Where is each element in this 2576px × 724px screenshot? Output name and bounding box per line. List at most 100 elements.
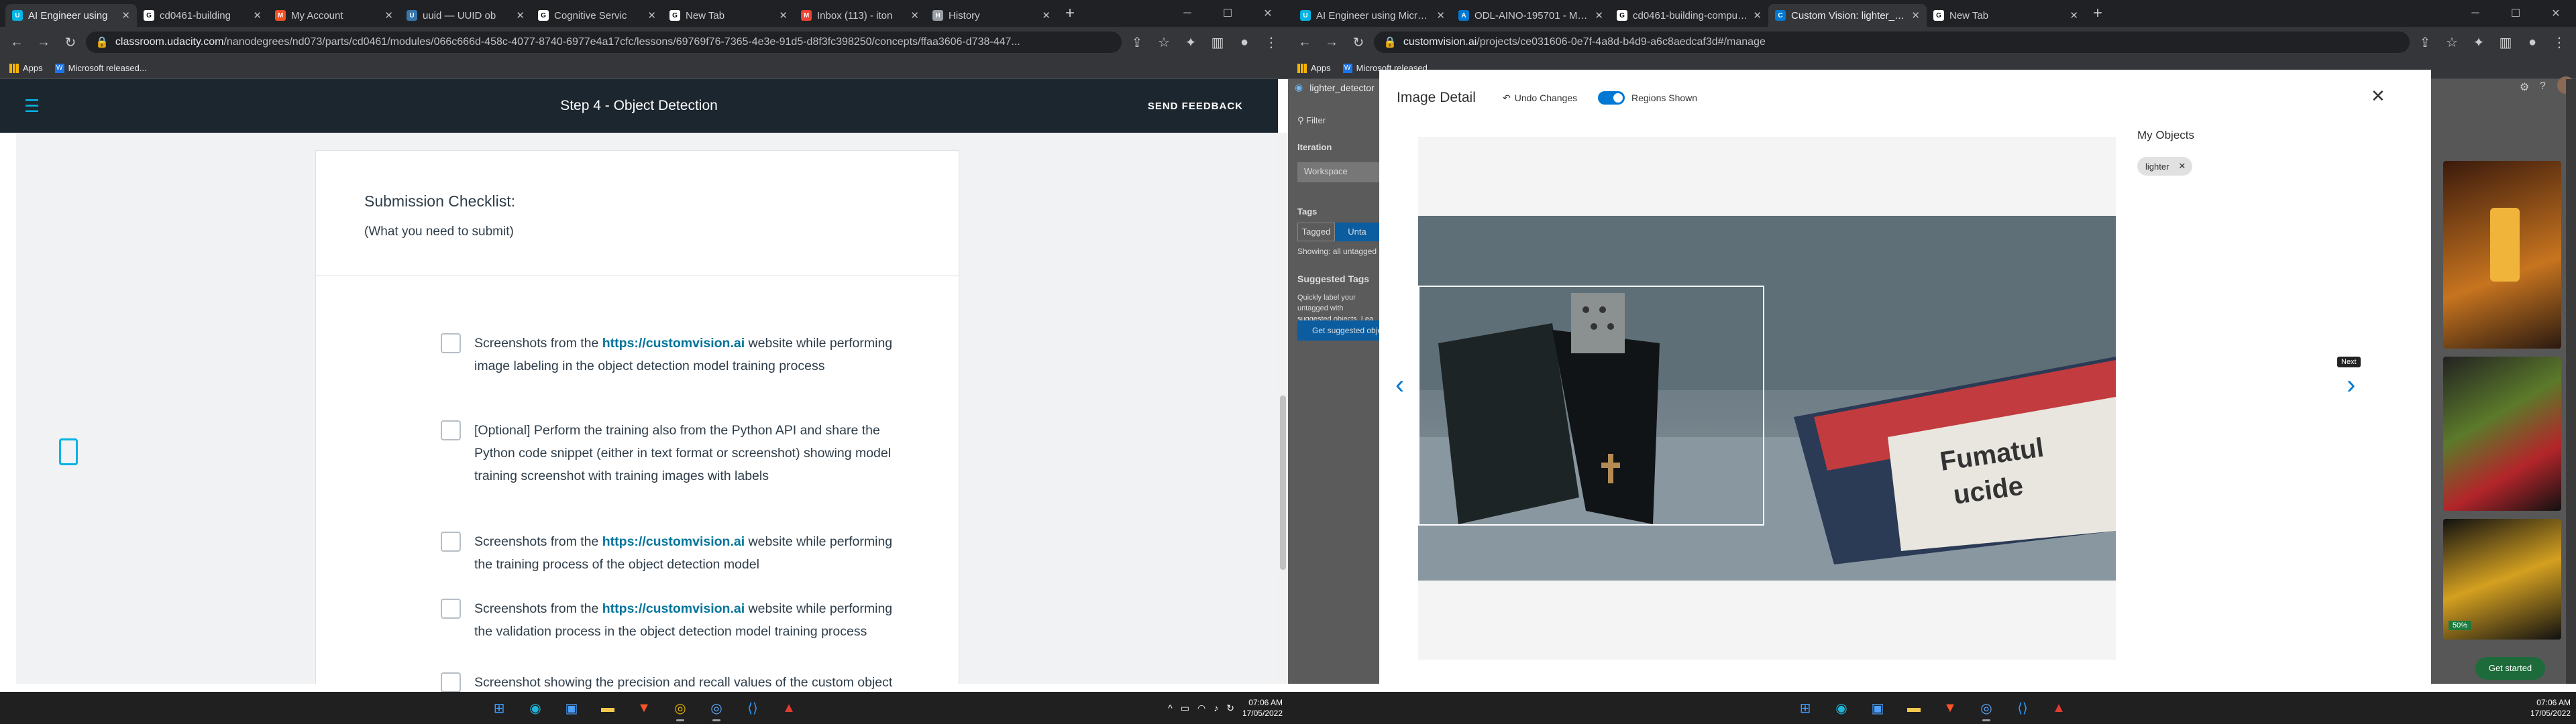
previous-arrow-icon[interactable]: ‹ [1395,370,1404,400]
share-icon[interactable]: ⇪ [2414,34,2436,51]
profile-icon[interactable]: ● [2521,35,2544,50]
address-bar[interactable]: 🔒 customvision.ai/projects/ce031606-0e7f… [1374,32,2410,53]
file-explorer-icon[interactable]: ▬ [1900,695,1927,721]
address-bar[interactable]: 🔒 classroom.udacity.com/nanodegrees/nd07… [86,32,1122,53]
eye-icon[interactable]: ◉ [1295,82,1303,93]
clock[interactable]: 07:06 AM 17/05/2022 [1242,697,1283,719]
browser-tab[interactable]: Uuuid — UUID ob ✕ [400,4,531,27]
reload-icon[interactable]: ↻ [1347,34,1370,51]
close-tab-icon[interactable]: ✕ [647,9,656,21]
browser-tab[interactable]: C Custom Vision: lighter_detector ✕ [1768,4,1927,27]
menu-icon[interactable]: ⋮ [2548,34,2571,51]
untagged-toggle[interactable]: Unta [1335,223,1379,241]
browser-tab[interactable]: G Cognitive Servic ✕ [531,4,663,27]
close-tab-icon[interactable]: ✕ [2070,9,2078,21]
bookmark-apps[interactable]: Apps [9,63,43,73]
close-window-icon[interactable]: ✕ [1248,7,1288,20]
region-bounding-box[interactable] [1418,286,1764,526]
checklist-checkbox[interactable] [441,420,461,440]
remove-tag-icon[interactable]: ✕ [2178,161,2186,172]
browser-tab[interactable]: Gcd0461-building ✕ [137,4,268,27]
minimize-icon[interactable]: ─ [1167,7,1208,19]
share-icon[interactable]: ⇪ [1126,34,1148,51]
close-tab-icon[interactable]: ✕ [1595,9,1603,21]
close-icon[interactable]: ✕ [2371,86,2385,107]
thumbnail-image[interactable] [2443,357,2561,511]
customvision-link[interactable]: https://customvision.ai [602,534,745,549]
extensions-icon[interactable]: ✦ [2467,34,2490,51]
tray-chevron-icon[interactable]: ^ [1168,703,1173,713]
back-icon[interactable]: ← [1293,35,1316,50]
volume-icon[interactable]: ♪ [1214,703,1218,713]
browser-tab[interactable]: U AI Engineer using Microsoft Azu ✕ [1293,4,1452,27]
regions-toggle[interactable] [1598,91,1625,105]
clipboard-icon[interactable] [59,438,78,465]
chrome-icon[interactable]: ◎ [1973,695,2000,721]
customvision-link[interactable]: https://customvision.ai [602,336,745,351]
close-tab-icon[interactable]: ✕ [1911,9,1920,21]
clock[interactable]: 07:06 AM 17/05/2022 [2530,697,2571,719]
filter-button[interactable]: ⚲ Filter [1297,115,1326,126]
browser-tab[interactable]: Gcd0461-building-computer-visio ✕ [1610,4,1768,27]
close-tab-icon[interactable]: ✕ [516,9,525,21]
close-tab-icon[interactable]: ✕ [253,9,262,21]
acrobat-icon[interactable]: ▲ [775,695,802,721]
sidepanel-icon[interactable]: ▥ [2494,34,2517,51]
bookmark-apps[interactable]: Apps [1297,63,1331,73]
windows-start-icon[interactable]: ⊞ [1792,695,1819,721]
sync-icon[interactable]: ↻ [1226,703,1234,714]
checklist-checkbox[interactable] [441,599,461,619]
close-tab-icon[interactable]: ✕ [1436,9,1445,21]
close-window-icon[interactable]: ✕ [2536,7,2576,20]
thumbnail-image[interactable]: 50% [2443,519,2561,640]
checklist-checkbox[interactable] [441,672,461,692]
menu-icon[interactable]: ⋮ [1260,34,1283,51]
forward-icon[interactable]: → [32,35,55,50]
next-arrow-icon[interactable]: › [2347,370,2355,400]
browser-tab[interactable]: G New Tab ✕ [1927,4,2085,27]
star-icon[interactable]: ☆ [2440,34,2463,51]
scrollbar[interactable] [2566,79,2576,684]
bookmark-microsoft[interactable]: W Microsoft released... [54,63,147,73]
edge-icon[interactable]: ◉ [1828,695,1855,721]
new-tab-button[interactable]: + [1057,4,1083,27]
help-icon[interactable]: ? [2540,80,2546,93]
profile-icon[interactable]: ● [1233,35,1256,50]
browser-tab[interactable]: U AI Engineer using ✕ [5,4,137,27]
checklist-checkbox[interactable] [441,532,461,552]
close-tab-icon[interactable]: ✕ [779,9,788,21]
scrollbar-thumb[interactable] [1280,396,1286,570]
brave-icon[interactable]: ▼ [631,695,657,721]
browser-tab[interactable]: G New Tab ✕ [663,4,794,27]
sidepanel-icon[interactable]: ▥ [1206,34,1229,51]
star-icon[interactable]: ☆ [1152,34,1175,51]
browser-tab[interactable]: M Inbox (113) - iton ✕ [794,4,926,27]
browser-tab[interactable]: M My Account ✕ [268,4,400,27]
maximize-icon[interactable]: ☐ [1208,7,1248,20]
maximize-icon[interactable]: ☐ [2496,7,2536,20]
checklist-checkbox[interactable] [441,333,461,353]
settings-icon[interactable]: ⚙ [2520,80,2529,94]
thumbnail-image[interactable] [2443,161,2561,349]
edge-icon[interactable]: ◉ [522,695,549,721]
browser-tab[interactable]: H History ✕ [926,4,1057,27]
wifi-icon[interactable]: ◠ [1197,703,1205,714]
vscode-icon[interactable]: ⟨⟩ [2009,695,2036,721]
brave-icon[interactable]: ▼ [1937,695,1964,721]
undo-changes-button[interactable]: ↶ Undo Changes [1503,93,1577,104]
chrome-icon[interactable]: ◎ [667,695,694,721]
tray-display-icon[interactable]: ▭ [1181,703,1189,714]
iteration-select[interactable]: Workspace [1297,162,1379,182]
close-tab-icon[interactable]: ✕ [910,9,919,21]
windows-start-icon[interactable]: ⊞ [486,695,513,721]
close-tab-icon[interactable]: ✕ [121,9,130,21]
chrome-active-icon[interactable]: ◎ [703,695,730,721]
close-tab-icon[interactable]: ✕ [1753,9,1762,21]
get-suggested-button[interactable]: Get suggested obje [1297,320,1379,341]
vscode-icon[interactable]: ⟨⟩ [739,695,766,721]
new-tab-button[interactable]: + [2085,4,2110,27]
minimize-icon[interactable]: ─ [2455,7,2496,19]
file-explorer-icon[interactable]: ▬ [594,695,621,721]
store-icon[interactable]: ▣ [1864,695,1891,721]
tagged-toggle[interactable]: Tagged [1297,223,1335,241]
